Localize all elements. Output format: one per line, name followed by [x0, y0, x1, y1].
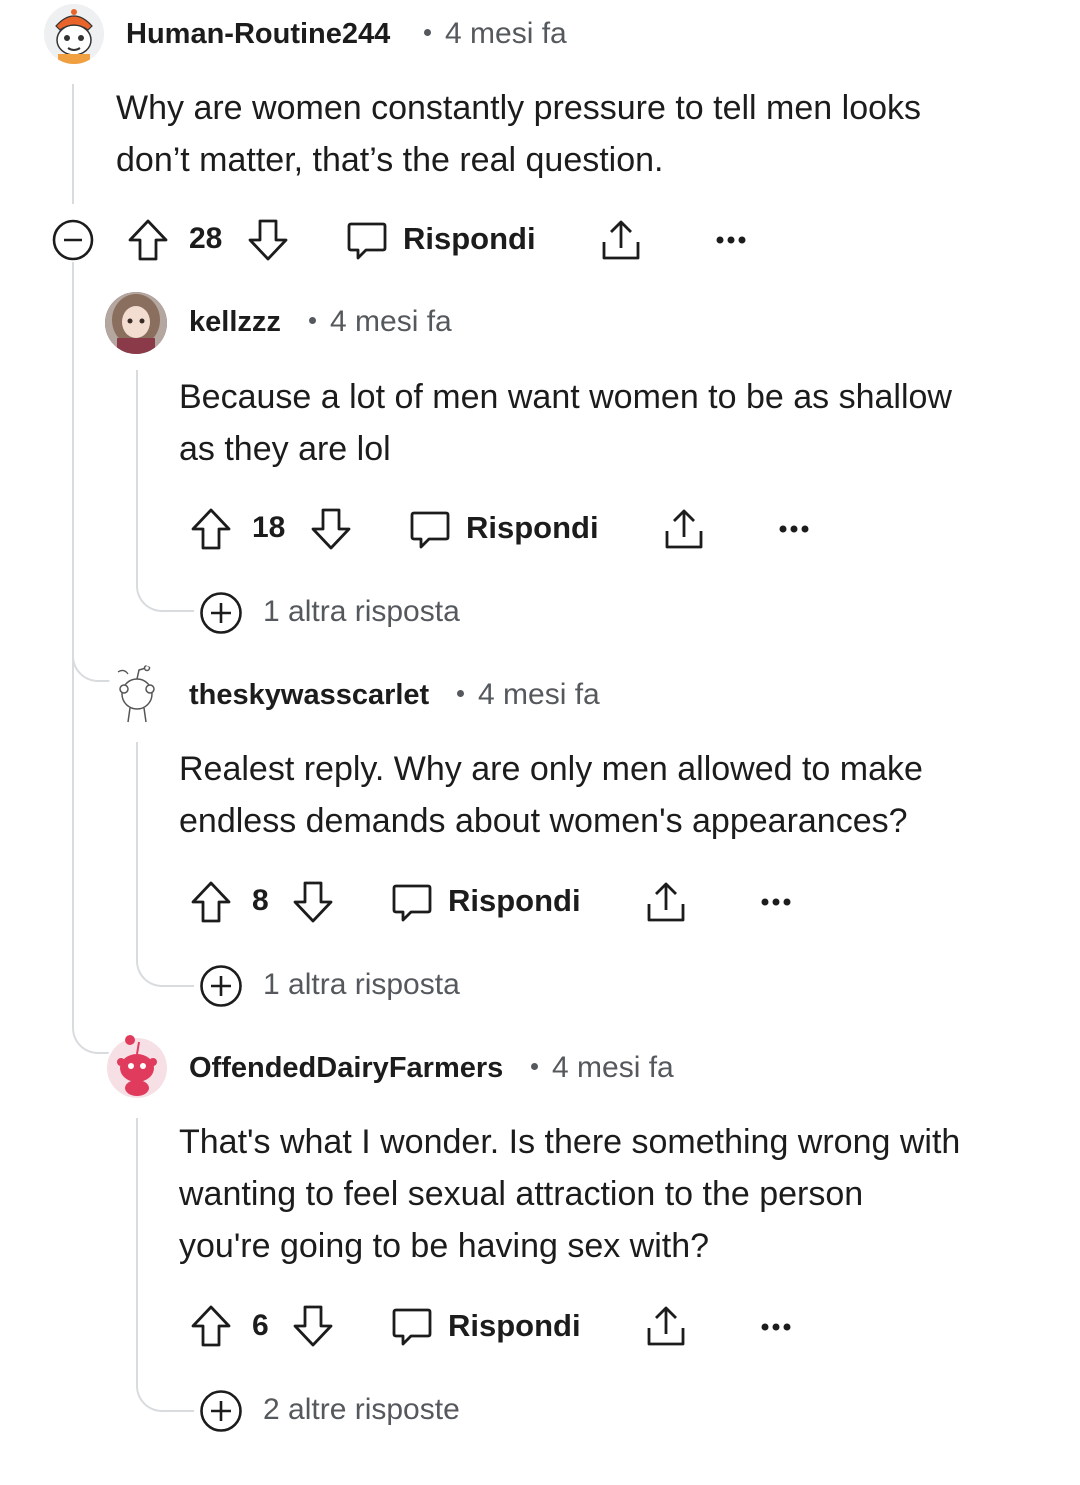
downvote-icon[interactable] — [292, 1304, 334, 1348]
avatar-image — [44, 4, 104, 64]
comment-body: Realest reply. Why are only men allowed … — [179, 743, 923, 847]
thread-line-root[interactable] — [72, 84, 74, 204]
reply-button[interactable]: Rispondi — [403, 221, 536, 257]
vote-count: 6 — [252, 1309, 269, 1342]
downvote-icon[interactable] — [310, 507, 352, 551]
thread-branch-offendeddairyfarmers — [72, 1000, 112, 1054]
vote-count: 28 — [189, 222, 223, 255]
more-options-icon[interactable] — [761, 1321, 791, 1333]
vote-count: 8 — [252, 884, 269, 917]
comment-line: you're going to be having sex with? — [179, 1227, 710, 1265]
timestamp: 4 mesi fa — [457, 678, 600, 712]
thread-branch-offendeddairyfarmers-more — [136, 1360, 194, 1412]
thread-branch-kellzzz — [72, 270, 106, 322]
avatar[interactable] — [106, 664, 168, 726]
timestamp-text: 4 mesi fa — [478, 678, 600, 711]
thread-line-kellzzz[interactable] — [136, 370, 138, 584]
avatar[interactable] — [105, 292, 167, 354]
avatar[interactable] — [44, 4, 104, 64]
more-replies-link[interactable]: 1 altra risposta — [263, 968, 460, 1002]
more-replies-link[interactable]: 2 altre risposte — [263, 1393, 460, 1427]
avatar-image — [107, 1035, 167, 1098]
comment-body: Because a lot of men want women to be as… — [179, 371, 952, 475]
comment-icon[interactable] — [391, 882, 433, 924]
avatar-image — [105, 292, 167, 354]
upvote-icon[interactable] — [190, 880, 232, 924]
username[interactable]: kellzzz — [189, 306, 281, 339]
upvote-icon[interactable] — [190, 507, 232, 551]
timestamp-text: 4 mesi fa — [445, 17, 567, 50]
username[interactable]: Human-Routine244 — [126, 18, 390, 51]
comment-body: Why are women constantly pressure to tel… — [116, 82, 921, 186]
expand-plus-icon[interactable] — [199, 591, 243, 635]
comment-line: don’t matter, that’s the real question. — [116, 141, 664, 179]
thread-branch-theskywasscarlet-more — [136, 935, 194, 987]
downvote-icon[interactable] — [247, 218, 289, 262]
thread-branch-theskywasscarlet — [72, 640, 112, 682]
avatar[interactable] — [106, 1034, 168, 1098]
reply-button[interactable]: Rispondi — [448, 883, 581, 919]
username[interactable]: OffendedDairyFarmers — [189, 1052, 503, 1085]
expand-plus-icon[interactable] — [199, 964, 243, 1008]
separator-dot — [424, 28, 431, 36]
comment-icon[interactable] — [391, 1306, 433, 1348]
timestamp-text: 4 mesi fa — [552, 1051, 674, 1084]
vote-count: 18 — [252, 511, 286, 544]
separator-dot — [457, 689, 464, 697]
comment-line: as they are lol — [179, 430, 391, 468]
more-options-icon[interactable] — [761, 896, 791, 908]
upvote-icon[interactable] — [127, 218, 169, 262]
more-replies-link[interactable]: 1 altra risposta — [263, 595, 460, 629]
separator-dot — [531, 1062, 538, 1070]
reply-button[interactable]: Rispondi — [466, 510, 599, 546]
thread-line-root-lower[interactable] — [72, 262, 74, 1002]
thread-line-offendeddairyfarmers[interactable] — [136, 1118, 138, 1380]
timestamp: 4 mesi fa — [424, 17, 567, 51]
comment-icon[interactable] — [409, 509, 451, 551]
share-icon[interactable] — [600, 218, 642, 262]
reply-button[interactable]: Rispondi — [448, 1308, 581, 1344]
avatar-image — [117, 664, 155, 723]
comment-line: Realest reply. Why are only men allowed … — [179, 750, 923, 788]
upvote-icon[interactable] — [190, 1304, 232, 1348]
share-icon[interactable] — [663, 507, 705, 551]
timestamp-text: 4 mesi fa — [330, 305, 452, 338]
thread-line-theskywasscarlet[interactable] — [136, 742, 138, 956]
comment-line: Because a lot of men want women to be as… — [179, 378, 952, 416]
separator-dot — [309, 316, 316, 324]
comment-body: That's what I wonder. Is there something… — [179, 1116, 960, 1272]
comment-line: endless demands about women's appearance… — [179, 802, 908, 840]
comment-line: wanting to feel sexual attraction to the… — [179, 1175, 864, 1213]
share-icon[interactable] — [645, 1304, 687, 1348]
comment-line: Why are women constantly pressure to tel… — [116, 89, 922, 127]
thread-branch-kellzzz-more — [136, 560, 194, 612]
more-options-icon[interactable] — [716, 234, 746, 246]
collapse-icon[interactable] — [52, 219, 94, 261]
comment-icon[interactable] — [346, 220, 388, 262]
expand-plus-icon[interactable] — [199, 1389, 243, 1433]
share-icon[interactable] — [645, 880, 687, 924]
timestamp: 4 mesi fa — [531, 1051, 674, 1085]
username[interactable]: theskywasscarlet — [189, 679, 429, 712]
comment-line: That's what I wonder. Is there something… — [179, 1123, 961, 1161]
more-options-icon[interactable] — [779, 523, 809, 535]
downvote-icon[interactable] — [292, 880, 334, 924]
timestamp: 4 mesi fa — [309, 305, 452, 339]
